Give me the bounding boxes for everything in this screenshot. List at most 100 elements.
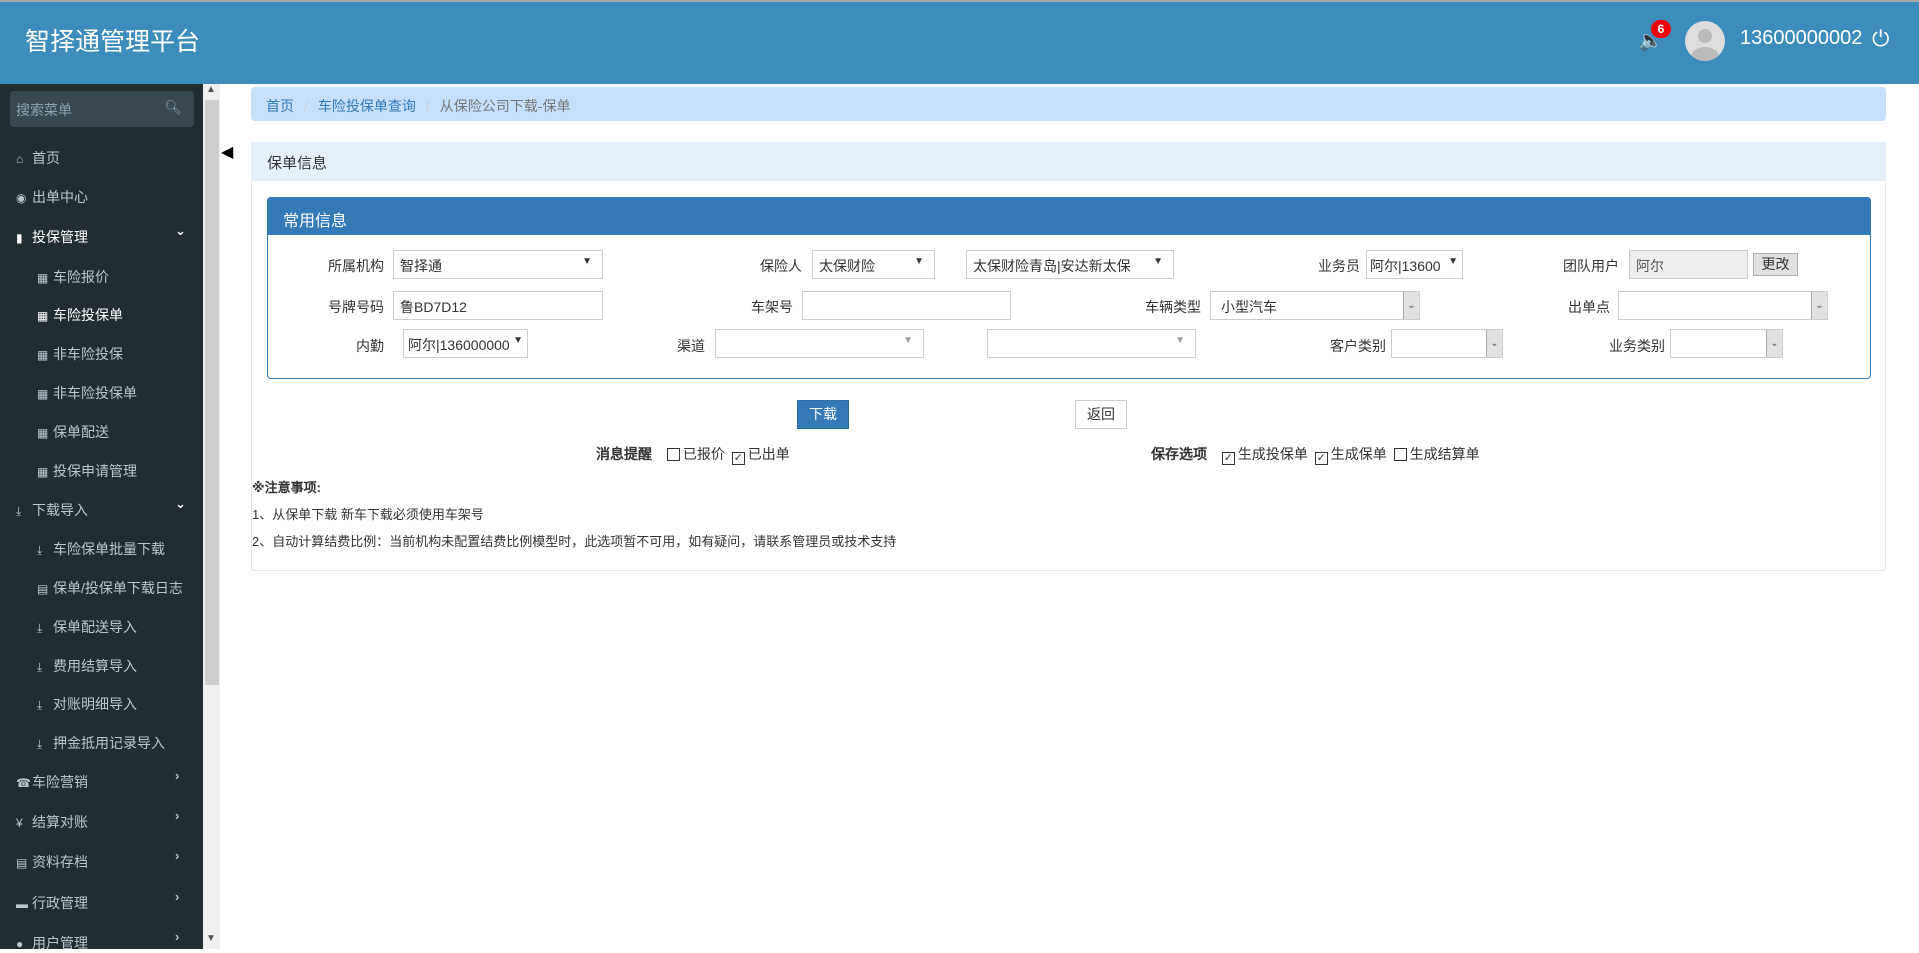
sidebar-item-marketing[interactable]: ☎车险营销: [16, 772, 88, 792]
download-button[interactable]: 下载: [797, 400, 849, 429]
label: 车险报价: [53, 269, 109, 285]
sidebar-item-archive[interactable]: ▤ 资料存档: [16, 852, 88, 872]
org-select[interactable]: 智择通 ▼: [393, 250, 603, 279]
gen-policy-label: 生成保单: [1330, 446, 1387, 462]
label: 投保管理: [32, 229, 88, 245]
value: 鲁BD7D12: [400, 299, 467, 315]
gen-proposal-label: 生成投保单: [1237, 446, 1308, 462]
menu-search-input[interactable]: 搜索菜单 🔍︎: [10, 91, 194, 127]
file-icon: ▮: [16, 231, 23, 245]
issue-point-label: 出单点: [1568, 299, 1610, 315]
org-label: 所属机构: [328, 258, 384, 274]
collapse-sidebar-icon[interactable]: ◀: [221, 142, 233, 162]
chevron-right-icon[interactable]: ›: [175, 768, 179, 783]
business-type-label: 业务类别: [1609, 338, 1665, 354]
sidebar-item-batch-download[interactable]: ⤓ 车险保单批量下载: [37, 539, 165, 559]
quoted-checkbox[interactable]: [666, 448, 680, 461]
sidebar-item-users[interactable]: ● 用户管理: [16, 933, 88, 953]
sidebar-item-settlement[interactable]: ¥ 结算对账: [16, 812, 88, 832]
sidebar-item-delivery[interactable]: ▦ 保单配送: [37, 422, 109, 442]
yen-icon: ¥: [16, 816, 23, 830]
gen-settlement-checkbox[interactable]: [1393, 448, 1407, 461]
label: 资料存档: [32, 854, 88, 870]
sidebar-item-download-import[interactable]: ⤓ 下载导入: [16, 500, 88, 520]
team-user-label: 团队用户: [1563, 258, 1619, 274]
label: 投保申请管理: [53, 463, 137, 479]
scroll-down-icon[interactable]: ▼: [206, 933, 216, 944]
top-header: [0, 0, 1919, 84]
channel-sub-select[interactable]: ▼: [987, 329, 1196, 358]
label: 车险营销: [32, 774, 88, 790]
channel-select[interactable]: ▼: [715, 329, 924, 358]
back-button[interactable]: 返回: [1075, 400, 1127, 429]
staff-label: 内勤: [356, 338, 384, 354]
quoted-label: 已报价: [682, 446, 725, 462]
customer-type-select[interactable]: ⌄: [1391, 329, 1503, 358]
label: 保单配送导入: [53, 619, 137, 635]
sidebar-item-issue-center[interactable]: ◉ 出单中心: [16, 187, 88, 207]
chevron-down-icon[interactable]: ⌄: [175, 496, 186, 512]
label: 首页: [32, 150, 60, 166]
issue-point-select[interactable]: ⌄: [1618, 291, 1828, 320]
vehicle-type-select[interactable]: 小型汽车 ⌄: [1210, 291, 1420, 320]
list-icon: ▤: [16, 856, 28, 870]
chevron-down-icon[interactable]: ⌄: [175, 223, 186, 239]
breadcrumb: 首页 / 车险投保单查询 / 从保险公司下载-保单: [251, 87, 1886, 121]
username[interactable]: 13600000002: [1740, 27, 1862, 50]
globe-icon: ◉: [16, 191, 27, 205]
separator: /: [425, 98, 430, 114]
chevron-right-icon[interactable]: ›: [175, 808, 179, 823]
insurer-select[interactable]: 太保财险 ▼: [812, 250, 935, 279]
chevron-right-icon[interactable]: ›: [175, 929, 179, 944]
search-icon[interactable]: 🔍︎: [164, 99, 182, 116]
sidebar-item-insure-mgmt[interactable]: ▮ 投保管理: [16, 227, 88, 247]
insurer-branch-select[interactable]: 太保财险青岛|安达新太保 ▼: [966, 250, 1174, 279]
label: 出单中心: [32, 189, 88, 205]
breadcrumb-home[interactable]: 首页: [266, 98, 294, 114]
sidebar-item-fee-import[interactable]: ⤓ 费用结算导入: [37, 656, 137, 676]
avatar[interactable]: [1685, 21, 1725, 61]
sidebar-item-quote[interactable]: ▦ 车险报价: [37, 267, 109, 287]
chevron-right-icon[interactable]: ›: [175, 889, 179, 904]
sidebar-item-admin[interactable]: ▬ 行政管理: [16, 893, 88, 913]
label: 下载导入: [32, 502, 88, 518]
scroll-up-icon[interactable]: ▲: [206, 84, 216, 95]
sidebar-item-home[interactable]: ⌂ 首页: [16, 148, 60, 168]
gen-policy-checkbox[interactable]: ✓: [1314, 452, 1328, 465]
breadcrumb-proposal-query[interactable]: 车险投保单查询: [318, 98, 416, 114]
sidebar-item-noncar-insure[interactable]: ▦ 非车险投保: [37, 344, 123, 364]
search-placeholder: 搜索菜单: [16, 102, 72, 118]
sidebar-item-delivery-import[interactable]: ⤓ 保单配送导入: [37, 617, 137, 637]
gen-proposal-checkbox[interactable]: ✓: [1221, 452, 1235, 465]
vin-label: 车架号: [751, 299, 793, 315]
scrollbar-thumb[interactable]: [205, 100, 219, 685]
grid-icon: ▦: [37, 426, 49, 440]
value: 阿尔: [1636, 258, 1664, 274]
sidebar-item-proposal[interactable]: ▦ 车险投保单: [37, 305, 123, 325]
sidebar-item-noncar-proposal[interactable]: ▦ 非车险投保单: [37, 383, 137, 403]
label: 非车险投保单: [53, 385, 137, 401]
chevron-down-icon: ⌄: [1766, 330, 1782, 357]
insurer-label: 保险人: [760, 258, 802, 274]
value: 小型汽车: [1221, 299, 1277, 315]
sidebar-item-download-log[interactable]: ▤ 保单/投保单下载日志: [37, 578, 183, 598]
plate-input[interactable]: 鲁BD7D12: [393, 291, 603, 320]
vin-input[interactable]: [802, 291, 1011, 320]
business-type-select[interactable]: ⌄: [1670, 329, 1783, 358]
label: 非车险投保: [53, 346, 123, 362]
sidebar-item-deposit-import[interactable]: ⤓ 押金抵用记录导入: [37, 733, 165, 753]
section-title: 常用信息: [267, 197, 1871, 235]
salesman-select[interactable]: 阿尔|13600 ▼: [1366, 250, 1463, 279]
change-team-user-button[interactable]: 更改: [1753, 253, 1798, 276]
sidebar-item-recon-import[interactable]: ⤓ 对账明细导入: [37, 694, 137, 714]
caret-down-icon: ▼: [903, 335, 913, 346]
grid-icon: ▦: [37, 387, 49, 401]
staff-select[interactable]: 阿尔|136000000 ▼: [403, 329, 528, 358]
issued-checkbox[interactable]: ✓: [731, 452, 745, 465]
label: 保单配送: [53, 424, 109, 440]
chevron-right-icon[interactable]: ›: [175, 848, 179, 863]
sidebar-item-apply-mgmt[interactable]: ▦ 投保申请管理: [37, 461, 137, 481]
power-logout-icon[interactable]: ⏻: [1872, 26, 1889, 52]
gen-settlement-label: 生成结算单: [1409, 446, 1480, 462]
label: 保单/投保单下载日志: [53, 580, 183, 596]
